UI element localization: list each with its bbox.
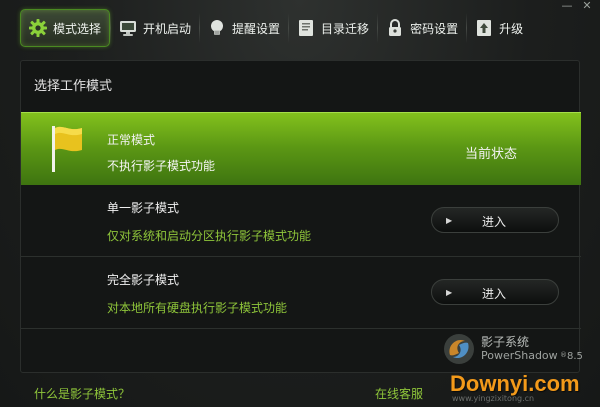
tab-label: 升级 <box>499 21 524 36</box>
mode-description: 仅对系统和启动分区执行影子模式功能 <box>107 229 312 243</box>
mode-description: 不执行影子模式功能 <box>107 159 216 173</box>
monitor-icon <box>117 17 139 39</box>
mode-description: 对本地所有硬盘执行影子模式功能 <box>107 301 288 315</box>
mode-name: 单一影子模式 <box>107 201 180 215</box>
app-window: — ✕ 模式选择 开机启动 提醒设置 目录迁移 密码设置 升级 选择工作模式 正… <box>0 0 600 407</box>
enter-single-shadow-button[interactable]: ▶ 进入 <box>431 207 559 233</box>
tab-upgrade[interactable]: 升级 <box>467 9 531 47</box>
tab-directory-migration[interactable]: 目录迁移 <box>289 9 377 47</box>
gear-icon <box>27 17 49 39</box>
mode-name: 正常模式 <box>107 133 156 147</box>
panel-title: 选择工作模式 <box>34 79 113 94</box>
current-status-label: 当前状态 <box>465 147 518 162</box>
mode-panel: 选择工作模式 正常模式 不执行影子模式功能 当前状态 单一影子模式 仅对系统和启… <box>20 60 583 373</box>
lightbulb-icon <box>206 17 228 39</box>
tab-label: 提醒设置 <box>232 21 281 36</box>
tab-label: 开机启动 <box>143 21 192 36</box>
tab-password[interactable]: 密码设置 <box>378 9 466 47</box>
lock-icon <box>384 17 406 39</box>
mode-name: 完全影子模式 <box>107 273 180 287</box>
play-arrow-icon: ▶ <box>446 287 453 297</box>
tab-mode-select[interactable]: 模式选择 <box>20 9 111 47</box>
upgrade-icon <box>473 17 495 39</box>
online-support-link[interactable]: 在线客服 <box>375 385 423 402</box>
watermark-url: www.yingzixitong.cn <box>452 394 535 403</box>
tab-label: 密码设置 <box>410 21 459 36</box>
close-button[interactable]: ✕ <box>578 0 596 14</box>
help-link[interactable]: 什么是影子模式？ <box>34 385 130 402</box>
tab-label: 模式选择 <box>53 21 102 36</box>
button-label: 进入 <box>482 287 507 301</box>
mode-row-full-shadow: 完全影子模式 对本地所有硬盘执行影子模式功能 ▶ 进入 <box>21 257 581 329</box>
brand-version: ®8.5 <box>560 351 583 362</box>
tab-reminder[interactable]: 提醒设置 <box>200 9 288 47</box>
brand-name: 影子系统 <box>481 335 530 349</box>
folder-icon <box>295 17 317 39</box>
brand-subtitle: PowerShadow <box>481 349 558 362</box>
toolbar: 模式选择 开机启动 提醒设置 目录迁移 密码设置 升级 <box>20 8 580 48</box>
mode-row-normal[interactable]: 正常模式 不执行影子模式功能 当前状态 <box>21 112 581 185</box>
tab-label: 目录迁移 <box>321 21 370 36</box>
play-arrow-icon: ▶ <box>446 215 453 225</box>
flag-icon <box>49 123 85 176</box>
shadow-logo-icon <box>444 334 474 364</box>
tab-startup[interactable]: 开机启动 <box>111 9 199 47</box>
enter-full-shadow-button[interactable]: ▶ 进入 <box>431 279 559 305</box>
button-label: 进入 <box>482 215 507 229</box>
brand-logo: 影子系统 PowerShadow ®8.5 <box>441 329 583 373</box>
mode-row-single-shadow: 单一影子模式 仅对系统和启动分区执行影子模式功能 ▶ 进入 <box>21 185 581 257</box>
